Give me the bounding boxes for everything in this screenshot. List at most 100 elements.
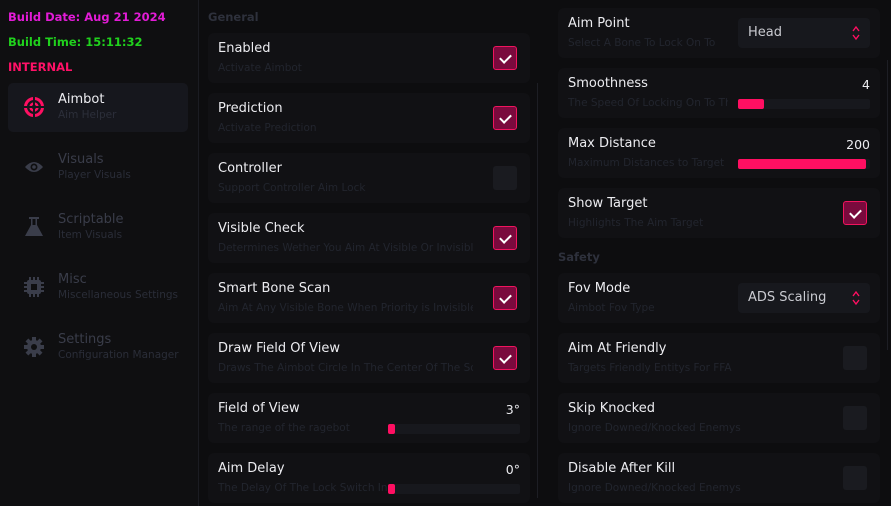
field-of-view-value: 3°: [505, 402, 520, 417]
setting-description: Activate Aimbot: [218, 62, 302, 74]
sidebar-item-sub: Miscellaneous Settings: [58, 289, 179, 301]
setting-label: Aim Point: [568, 16, 630, 31]
setting-label: Max Distance: [568, 136, 656, 151]
setting-row-show-target: Show Target Highlights The Aim Target: [558, 188, 880, 238]
setting-description: The Speed Of Locking On To The Target: [568, 97, 728, 109]
setting-row-field-of-view: Field of View The range of the ragebot 3°: [208, 393, 530, 443]
draw-field-of-view-checkbox[interactable]: [493, 346, 517, 370]
slider-fill[interactable]: [738, 159, 866, 169]
slider-fill[interactable]: [388, 424, 395, 434]
setting-description: Aim At Any Visible Bone When Priority is…: [218, 302, 473, 314]
setting-row-fov-mode: Fov Mode Aimbot Fov Type ADS Scaling: [558, 273, 880, 323]
setting-description: Determines Wether You Aim At Visible Or …: [218, 242, 473, 254]
flask-icon: [23, 216, 45, 238]
setting-description: Highlights The Aim Target: [568, 217, 704, 229]
setting-label: Skip Knocked: [568, 401, 655, 416]
sidebar-item-label: Scriptable: [58, 212, 124, 227]
visible-check-checkbox[interactable]: [493, 226, 517, 250]
aim-delay-value: 0°: [505, 462, 520, 477]
setting-label: Smart Bone Scan: [218, 281, 331, 296]
setting-row-visible-check: Visible Check Determines Wether You Aim A…: [208, 213, 530, 263]
sidebar-item-aimbot[interactable]: Aimbot Aim Helper: [8, 83, 188, 132]
sidebar-item-sub: Aim Helper: [58, 109, 117, 121]
setting-description: Maximum Distances to Target: [568, 157, 725, 169]
show-target-checkbox[interactable]: [843, 201, 867, 225]
setting-row-smoothness: Smoothness The Speed Of Locking On To The…: [558, 68, 880, 118]
setting-row-aim-point: Aim Point Select A Bone To Lock On To Head: [558, 8, 880, 58]
aim-delay-slider[interactable]: [388, 484, 520, 494]
field-of-view-slider[interactable]: [388, 424, 520, 434]
setting-row-draw-field-of-view: Draw Field Of View Draws The Aimbot Circl…: [208, 333, 530, 383]
setting-label: Aim At Friendly: [568, 341, 667, 356]
sidebar-item-sub: Configuration Manager: [58, 349, 179, 361]
setting-row-controller: Controller Support Controller Aim Lock: [208, 153, 530, 203]
slider-fill[interactable]: [738, 99, 764, 109]
sidebar-divider: [198, 0, 199, 506]
chevron-up-down-icon: [852, 290, 860, 306]
eye-icon: [23, 156, 45, 178]
setting-row-disable-after-kill: Disable After Kill Ignore Downed/Knocked …: [558, 453, 880, 503]
setting-row-skip-knocked: Skip Knocked Ignore Downed/Knocked Enemys: [558, 393, 880, 443]
setting-description: Ignore Downed/Knocked Enemys: [568, 482, 741, 494]
aim-point-select[interactable]: Head: [738, 18, 870, 48]
build-date: Build Date: Aug 21 2024: [8, 10, 166, 24]
crosshair-icon: [23, 96, 45, 118]
right-scrollbar[interactable]: [887, 60, 888, 350]
sidebar-item-visuals[interactable]: Visuals Player Visuals: [8, 143, 188, 192]
skip-knocked-checkbox[interactable]: [843, 406, 867, 430]
max-distance-slider[interactable]: [738, 159, 870, 169]
smoothness-value: 4: [862, 77, 870, 92]
max-distance-value: 200: [846, 137, 870, 152]
sidebar-item-label: Misc: [58, 272, 87, 287]
sidebar-item-scriptable[interactable]: Scriptable Item Visuals: [8, 203, 188, 252]
setting-label: Field of View: [218, 401, 300, 416]
setting-row-prediction: Prediction Activate Prediction: [208, 93, 530, 143]
setting-label: Draw Field Of View: [218, 341, 341, 356]
setting-label: Smoothness: [568, 76, 648, 91]
setting-label: Aim Delay: [218, 461, 285, 476]
setting-description: Ignore Downed/Knocked Enemys: [568, 422, 741, 434]
setting-row-max-distance: Max Distance Maximum Distances to Target 2…: [558, 128, 880, 178]
prediction-checkbox[interactable]: [493, 106, 517, 130]
sidebar-item-misc[interactable]: Misc Miscellaneous Settings: [8, 263, 188, 312]
fov-mode-select[interactable]: ADS Scaling: [738, 283, 870, 313]
gear-icon: [23, 336, 45, 358]
setting-description: Select A Bone To Lock On To: [568, 37, 716, 49]
setting-description: Draws The Aimbot Circle In The Center Of…: [218, 362, 473, 374]
chevron-up-down-icon: [852, 25, 860, 41]
setting-description: Support Controller Aim Lock: [218, 182, 366, 194]
build-time: Build Time: 15:11:32: [8, 35, 143, 49]
smoothness-slider[interactable]: [738, 99, 870, 109]
sidebar-item-label: Visuals: [58, 152, 104, 167]
setting-description: Targets Friendly Entitys For FFA: [568, 362, 732, 374]
setting-description: Activate Prediction: [218, 122, 317, 134]
sidebar-item-sub: Player Visuals: [58, 169, 131, 181]
select-value: ADS Scaling: [748, 290, 827, 305]
aim-at-friendly-checkbox[interactable]: [843, 346, 867, 370]
sidebar-item-label: Aimbot: [58, 92, 105, 107]
general-scrollbar[interactable]: [537, 83, 538, 498]
setting-label: Fov Mode: [568, 281, 631, 296]
sidebar-item-sub: Item Visuals: [58, 229, 123, 241]
section-title-safety: Safety: [558, 250, 600, 264]
enabled-checkbox[interactable]: [493, 46, 517, 70]
chip-icon: [23, 276, 45, 298]
smart-bone-scan-checkbox[interactable]: [493, 286, 517, 310]
setting-row-enabled: Enabled Activate Aimbot: [208, 33, 530, 83]
controller-checkbox[interactable]: [493, 166, 517, 190]
setting-label: Enabled: [218, 41, 271, 56]
setting-label: Controller: [218, 161, 282, 176]
select-value: Head: [748, 25, 782, 40]
setting-row-smart-bone-scan: Smart Bone Scan Aim At Any Visible Bone W…: [208, 273, 530, 323]
setting-label: Show Target: [568, 196, 648, 211]
setting-row-aim-delay: Aim Delay The Delay Of The Lock Switch In…: [208, 453, 530, 503]
sidebar-item-settings[interactable]: Settings Configuration Manager: [8, 323, 188, 372]
slider-fill[interactable]: [388, 484, 395, 494]
sidebar: Build Date: Aug 21 2024 Build Time: 15:1…: [0, 0, 198, 506]
setting-label: Disable After Kill: [568, 461, 676, 476]
disable-after-kill-checkbox[interactable]: [843, 466, 867, 490]
section-title-general: General: [208, 10, 259, 24]
setting-label: Prediction: [218, 101, 283, 116]
build-edition: INTERNAL: [8, 60, 73, 74]
setting-row-aim-at-friendly: Aim At Friendly Targets Friendly Entitys …: [558, 333, 880, 383]
